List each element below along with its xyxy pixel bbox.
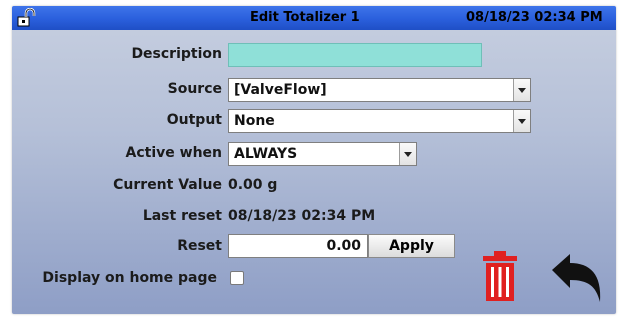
header-datetime: 08/18/23 02:34 PM bbox=[466, 10, 603, 25]
source-label: Source bbox=[167, 81, 222, 97]
totalizer-window: Edit Totalizer 1 08/18/23 02:34 PM Descr… bbox=[12, 6, 616, 314]
current-value-label: Current Value bbox=[113, 177, 222, 193]
display-home-checkbox[interactable] bbox=[230, 271, 244, 285]
last-reset-value: 08/18/23 02:34 PM bbox=[228, 208, 376, 224]
description-field[interactable] bbox=[228, 43, 482, 67]
reset-label: Reset bbox=[177, 238, 222, 254]
active-when-value: ALWAYS bbox=[234, 146, 298, 162]
last-reset-label: Last reset bbox=[142, 208, 222, 224]
output-dropdown[interactable]: None bbox=[228, 109, 531, 133]
source-dropdown[interactable]: [ValveFlow] bbox=[228, 78, 531, 102]
reset-input[interactable]: 0.00 bbox=[228, 234, 368, 258]
output-label: Output bbox=[166, 112, 222, 128]
apply-button[interactable]: Apply bbox=[368, 234, 455, 258]
active-when-dropdown[interactable]: ALWAYS bbox=[228, 142, 417, 166]
trash-icon[interactable] bbox=[480, 250, 520, 302]
output-value: None bbox=[234, 113, 275, 129]
current-value: 0.00 g bbox=[228, 177, 278, 193]
chevron-down-icon[interactable] bbox=[513, 110, 530, 132]
description-label: Description bbox=[131, 46, 222, 62]
source-value: [ValveFlow] bbox=[234, 82, 327, 98]
unlock-icon[interactable] bbox=[16, 8, 36, 28]
chevron-down-icon[interactable] bbox=[399, 143, 416, 165]
page-title: Edit Totalizer 1 bbox=[250, 10, 360, 25]
back-arrow-icon[interactable] bbox=[548, 252, 604, 304]
chevron-down-icon[interactable] bbox=[513, 79, 530, 101]
active-when-label: Active when bbox=[125, 145, 222, 161]
display-home-label: Display on home page bbox=[42, 270, 217, 286]
reset-value: 0.00 bbox=[326, 238, 361, 254]
title-bar: Edit Totalizer 1 08/18/23 02:34 PM bbox=[12, 6, 616, 30]
